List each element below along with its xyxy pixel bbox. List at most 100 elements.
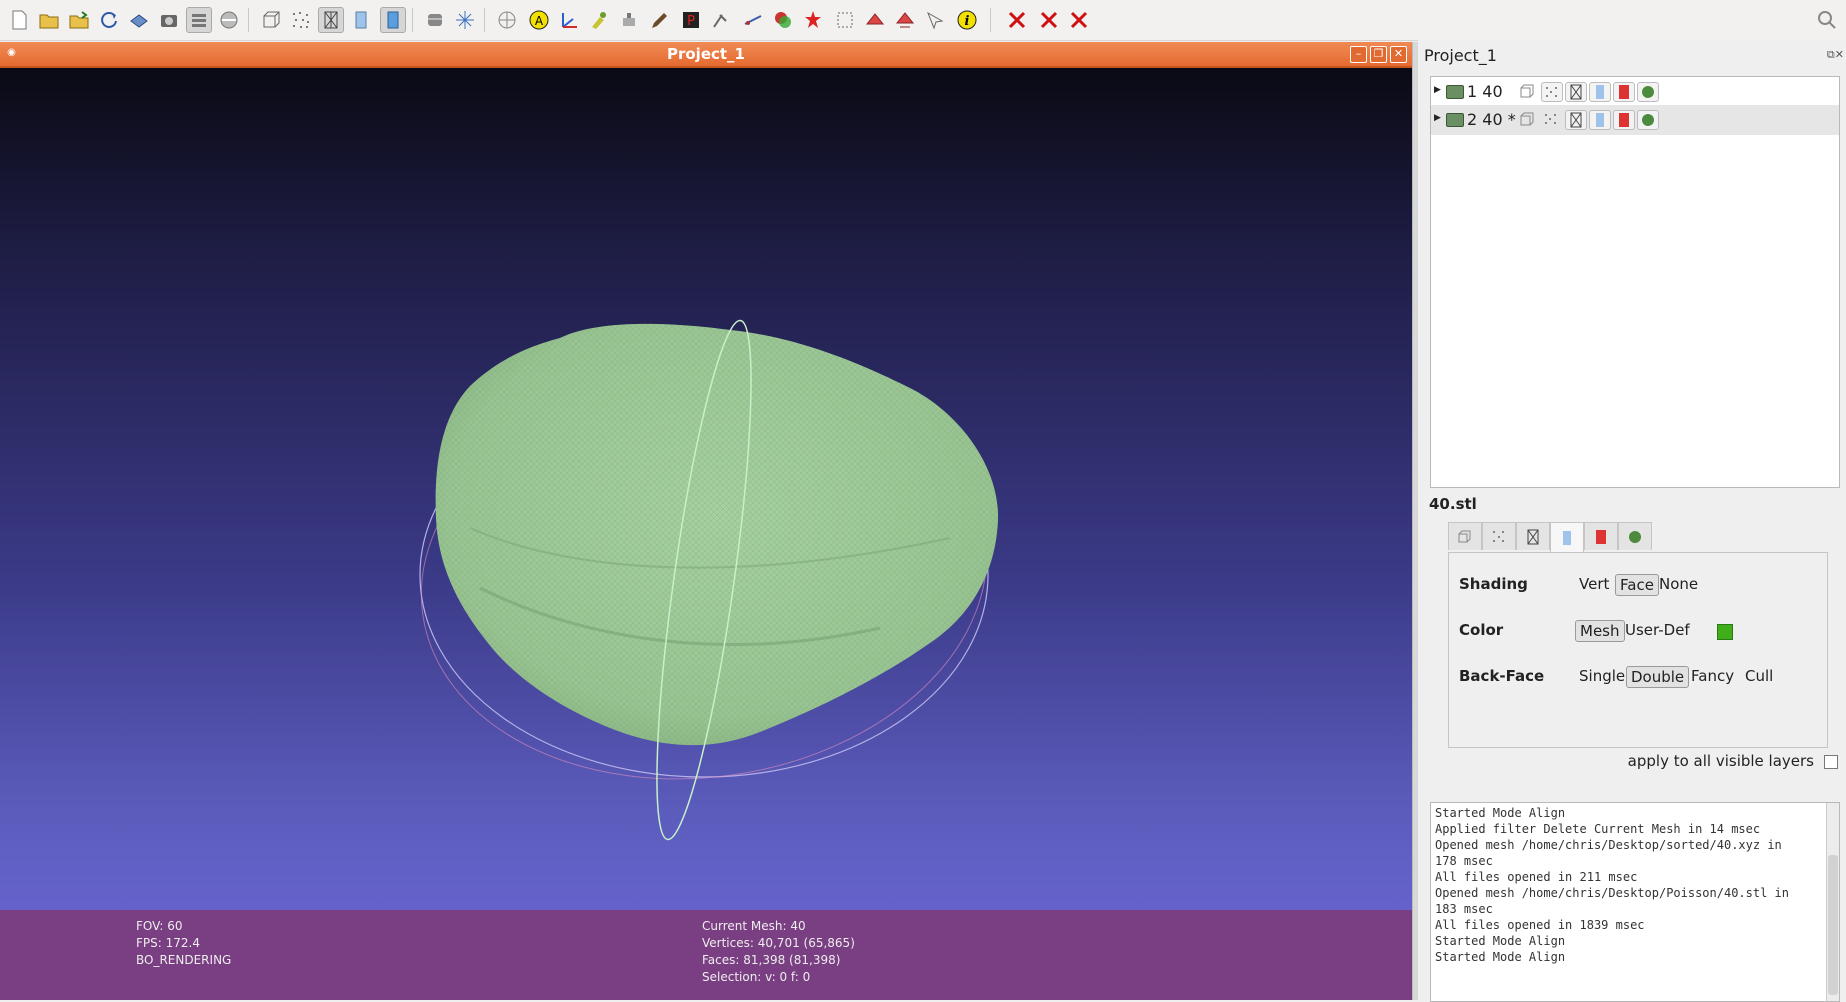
select-faces-icon[interactable]: [832, 7, 858, 33]
mesh-view: [419, 319, 999, 841]
delete-selected-icon[interactable]: [1066, 7, 1092, 33]
layer-list: ▶ 1 40 ▶ 2 40 *: [1430, 76, 1840, 488]
rendering-label: BO_RENDERING: [136, 953, 232, 967]
texture-icon[interactable]: [494, 7, 520, 33]
backface-fancy-option[interactable]: Fancy: [1687, 666, 1738, 686]
minimize-icon[interactable]: –: [1350, 46, 1367, 63]
backface-double-option[interactable]: Double: [1626, 666, 1690, 688]
tab-bbox[interactable]: [1448, 522, 1482, 550]
layer-label: 2 40 *: [1467, 110, 1516, 129]
fps-label: FPS: 172.4: [136, 936, 200, 950]
new-project-icon[interactable]: [6, 7, 32, 33]
tab-solid[interactable]: [1550, 522, 1584, 552]
color-mesh-option[interactable]: Mesh: [1575, 620, 1625, 642]
shading-face-option[interactable]: Face: [1615, 574, 1659, 596]
apply-all-label: apply to all visible layers: [1627, 752, 1814, 770]
snapshot-icon[interactable]: [156, 7, 182, 33]
color-swatch[interactable]: [1717, 624, 1733, 640]
red-paint-icon[interactable]: P: [678, 7, 704, 33]
visibility-icon[interactable]: [1446, 85, 1464, 99]
log-line: All files opened in 1839 msec: [1435, 918, 1645, 932]
pick-points-icon[interactable]: [708, 7, 734, 33]
color-label: Color: [1459, 621, 1504, 639]
backface-single-option[interactable]: Single: [1575, 666, 1629, 686]
info-icon[interactable]: i: [954, 7, 980, 33]
viewer-titlebar[interactable]: Project_1 ◉ – ❐ ✕: [0, 42, 1412, 68]
pen-icon[interactable]: [646, 7, 672, 33]
layer-row-1[interactable]: ▶ 1 40: [1431, 77, 1839, 107]
layers-icon[interactable]: [186, 7, 212, 33]
axis-icon[interactable]: [556, 7, 582, 33]
visibility-icon[interactable]: [1446, 113, 1464, 127]
import-mesh-icon[interactable]: [66, 7, 92, 33]
select-arrow-icon[interactable]: [922, 7, 948, 33]
svg-text:P: P: [687, 14, 695, 29]
panel-dock-buttons[interactable]: ⧉✕: [1827, 48, 1844, 62]
expand-icon[interactable]: ▶: [1434, 113, 1441, 123]
tab-wire[interactable]: [1516, 522, 1550, 550]
layer-row-2[interactable]: ▶ 2 40 *: [1431, 105, 1839, 135]
points-icon[interactable]: [288, 7, 314, 33]
flat-lines-icon[interactable]: [348, 7, 374, 33]
layer-wire-icon[interactable]: [1565, 110, 1587, 130]
select-connected-icon[interactable]: [892, 7, 918, 33]
layer-points-icon[interactable]: [1541, 110, 1563, 130]
tab-points[interactable]: [1482, 522, 1516, 550]
raster-layer-icon[interactable]: [216, 7, 242, 33]
select-vertices-icon[interactable]: [862, 7, 888, 33]
brush-icon[interactable]: [616, 7, 642, 33]
measure-icon[interactable]: [740, 7, 766, 33]
layer-texture-icon[interactable]: [1613, 110, 1635, 130]
layer-shade-icon[interactable]: [1589, 110, 1611, 130]
open-project-icon[interactable]: [36, 7, 62, 33]
georef-icon[interactable]: [800, 7, 826, 33]
log-scroll-thumb[interactable]: [1828, 855, 1838, 995]
layer-texture-icon[interactable]: [1613, 82, 1635, 102]
reload-icon[interactable]: [96, 7, 122, 33]
expand-icon[interactable]: ▶: [1434, 85, 1441, 95]
panel-title: Project_1: [1424, 46, 1497, 65]
delete-faces-icon[interactable]: [1004, 7, 1030, 33]
layer-wire-icon[interactable]: [1565, 82, 1587, 102]
delete-vertices-icon[interactable]: [1036, 7, 1062, 33]
3d-canvas[interactable]: FOV: 60 FPS: 172.4 BO_RENDERING Current …: [0, 68, 1412, 1000]
log-line: Opened mesh /home/chris/Desktop/Poisson/…: [1435, 886, 1790, 900]
viewer-title: Project_1: [666, 45, 745, 63]
log-line: Started Mode Align: [1435, 806, 1566, 820]
shading-vert-option[interactable]: Vert: [1575, 574, 1613, 594]
info-overlay: FOV: 60 FPS: 172.4 BO_RENDERING Current …: [0, 910, 1412, 1000]
layer-bbox-icon[interactable]: [1517, 82, 1539, 102]
search-icon[interactable]: [1814, 7, 1840, 33]
restore-icon[interactable]: ❐: [1370, 46, 1387, 63]
apply-all-checkbox[interactable]: [1824, 754, 1838, 769]
layer-panel: Project_1 ⧉✕ ▶ 1 40 ▶ 2 40 * 40.stl Shad…: [1418, 40, 1846, 1002]
fov-label: FOV: 60: [136, 919, 183, 933]
log-window: Started Mode Align Applied filter Delete…: [1430, 802, 1840, 1002]
layer-shade-icon[interactable]: [1589, 82, 1611, 102]
export-mesh-icon[interactable]: [126, 7, 152, 33]
tab-extra[interactable]: [1618, 522, 1652, 550]
backface-cull-option[interactable]: Cull: [1741, 666, 1777, 686]
trackball-icon[interactable]: [452, 7, 478, 33]
smooth-shading-icon[interactable]: [380, 7, 406, 33]
tab-texture[interactable]: [1584, 522, 1618, 550]
vertices-label: Vertices: 40,701 (65,865): [702, 936, 855, 950]
layer-light-icon[interactable]: [1637, 82, 1659, 102]
paint-icon[interactable]: [586, 7, 612, 33]
apply-all-row[interactable]: apply to all visible layers: [1418, 752, 1838, 770]
backface-label: Back-Face: [1459, 667, 1545, 685]
align-icon[interactable]: [770, 7, 796, 33]
layer-label: 1 40: [1467, 82, 1503, 101]
layer-points-icon[interactable]: [1541, 82, 1563, 102]
log-scrollbar[interactable]: [1826, 803, 1839, 1001]
layer-bbox-icon[interactable]: [1517, 110, 1539, 130]
close-icon[interactable]: ✕: [1390, 46, 1407, 63]
wireframe-icon[interactable]: [318, 7, 344, 33]
shading-none-option[interactable]: None: [1655, 574, 1702, 594]
bounding-box-icon[interactable]: [258, 7, 284, 33]
annotation-icon[interactable]: A: [526, 7, 552, 33]
color-userdef-option[interactable]: User-Def: [1621, 620, 1694, 640]
layer-light-icon[interactable]: [1637, 110, 1659, 130]
light-icon[interactable]: [422, 7, 448, 33]
window-menu-icon[interactable]: ◉: [4, 46, 19, 61]
